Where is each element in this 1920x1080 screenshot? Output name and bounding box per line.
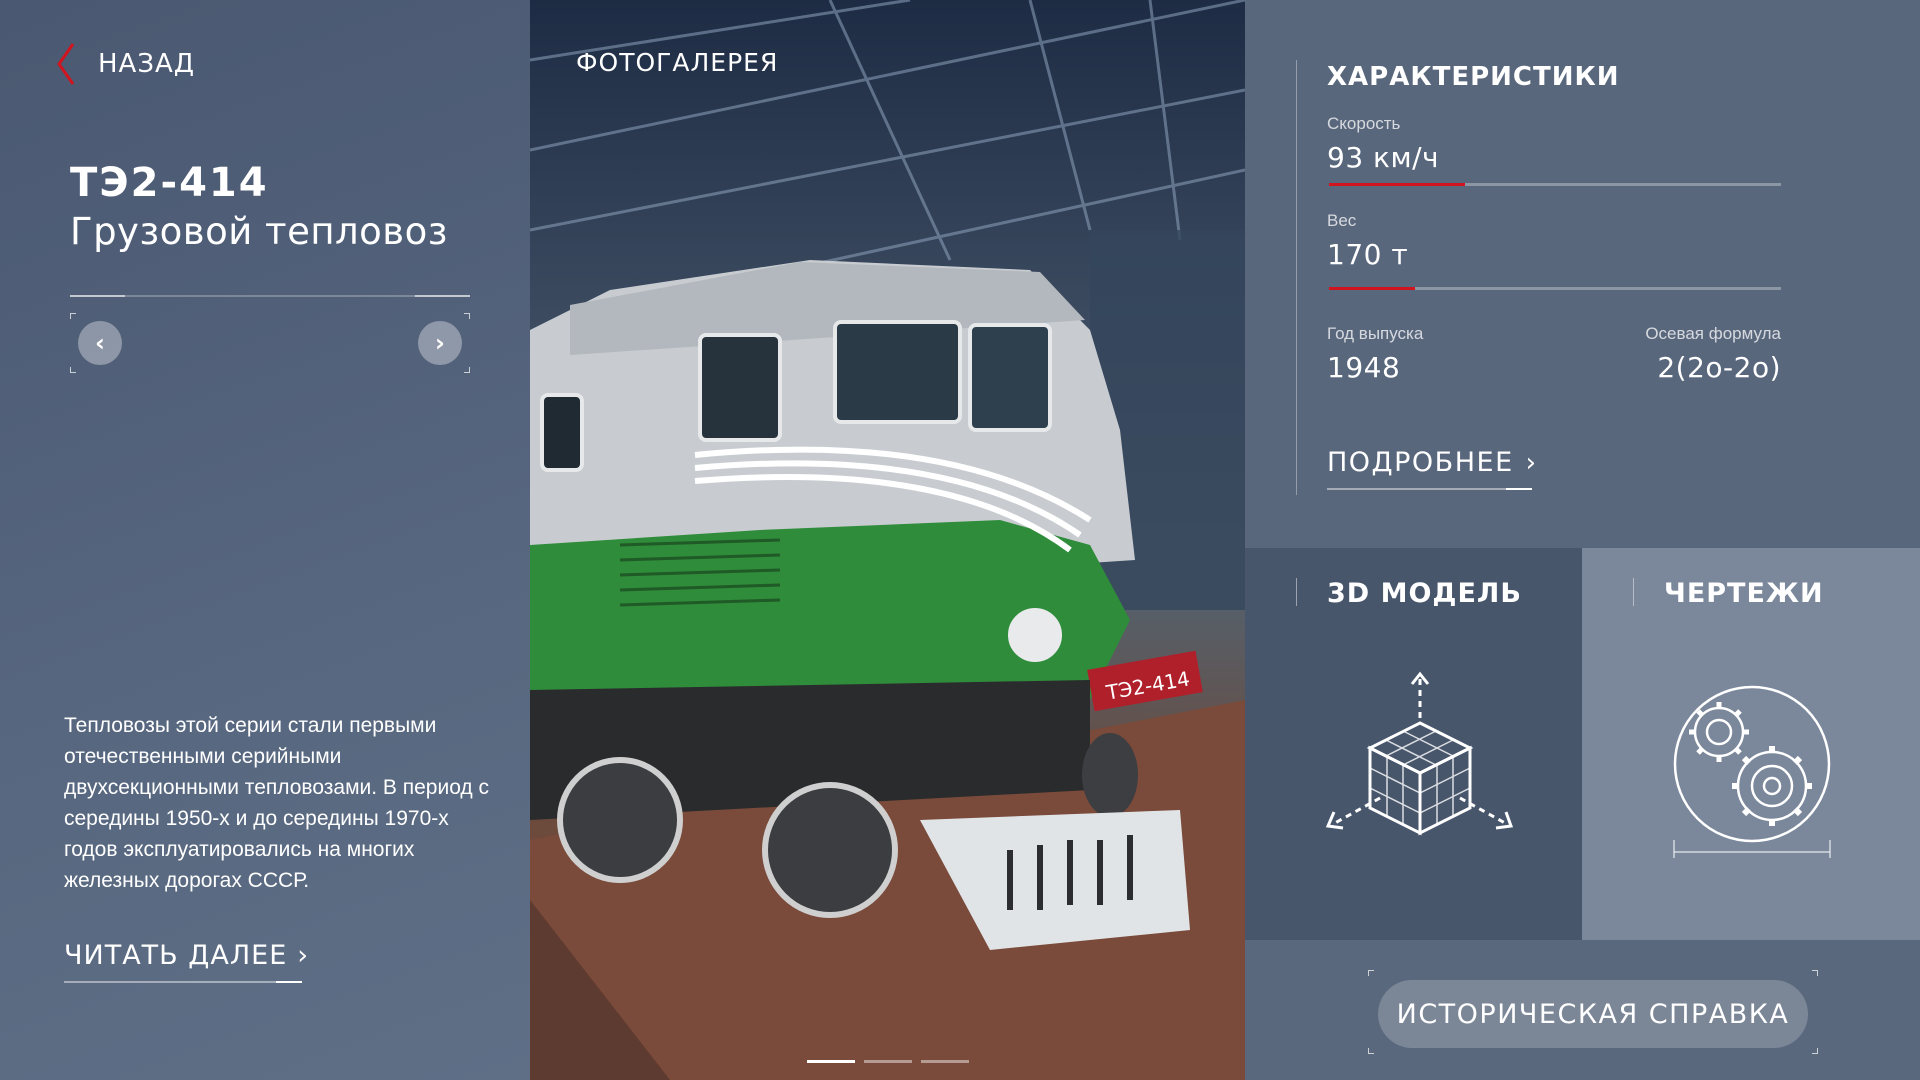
speed-value: 93 км/ч xyxy=(1327,141,1440,174)
characteristics-title: ХАРАКТЕРИСТИКИ xyxy=(1327,62,1620,92)
chevron-right-icon: › xyxy=(1525,448,1537,478)
next-button[interactable]: › xyxy=(418,321,462,365)
more-details-link[interactable]: ПОДРОБНЕЕ › xyxy=(1327,447,1536,490)
read-more-label: ЧИТАТЬ ДАЛЕЕ xyxy=(64,940,288,971)
drawings-tile[interactable]: ЧЕРТЕЖИ xyxy=(1582,548,1920,940)
historical-reference-button[interactable]: ИСТОРИЧЕСКАЯ СПРАВКА xyxy=(1378,980,1808,1048)
gallery-title: ФОТОГАЛЕРЕЯ xyxy=(576,48,779,77)
gallery-dot[interactable] xyxy=(921,1060,969,1063)
previous-button[interactable]: ‹ xyxy=(78,321,122,365)
3d-model-tile[interactable]: 3D МОДЕЛЬ xyxy=(1245,548,1582,940)
weight-bar-fill xyxy=(1329,287,1415,290)
more-details-label: ПОДРОБНЕЕ xyxy=(1327,447,1514,478)
characteristics-panel: ХАРАКТЕРИСТИКИ Скорость 93 км/ч Вес 170 … xyxy=(1245,0,1920,548)
weight-bar xyxy=(1329,287,1781,290)
gallery-dot[interactable] xyxy=(807,1060,855,1063)
thumbnail-navigator: ‹ › xyxy=(70,313,470,373)
cube-axes-icon xyxy=(1325,671,1514,836)
chevron-right-icon: › xyxy=(435,329,445,357)
description-text: Тепловозы этой серии стали первыми отече… xyxy=(64,714,490,892)
info-panel: НАЗАД ТЭ2-414 Грузовой тепловоз ‹ › Тепл… xyxy=(0,0,530,1080)
page-title: ТЭ2-414 xyxy=(70,160,269,206)
read-more-link[interactable]: ЧИТАТЬ ДАЛЕЕ › xyxy=(64,940,308,983)
axle-formula-label: Осевая формула xyxy=(1645,324,1781,343)
gallery-dot[interactable] xyxy=(864,1060,912,1063)
history-area: ИСТОРИЧЕСКАЯ СПРАВКА xyxy=(1245,940,1920,1080)
gallery-pagination xyxy=(807,1060,969,1063)
speed-bar-fill xyxy=(1329,183,1465,186)
chevron-left-icon: ‹ xyxy=(95,329,105,357)
speed-bar xyxy=(1329,183,1781,186)
back-button[interactable]: НАЗАД xyxy=(56,42,195,86)
thumbnail-progress xyxy=(70,295,470,297)
axle-formula-value: 2(2о-2о) xyxy=(1657,351,1781,384)
year-label: Год выпуска xyxy=(1327,324,1424,343)
title-block: ТЭ2-414 Грузовой тепловоз xyxy=(70,160,448,253)
speed-label: Скорость xyxy=(1327,114,1401,133)
year-value: 1948 xyxy=(1327,351,1401,384)
history-frame: ИСТОРИЧЕСКАЯ СПРАВКА xyxy=(1368,970,1818,1054)
drawings-title: ЧЕРТЕЖИ xyxy=(1664,578,1824,609)
chevron-right-icon: › xyxy=(297,940,309,971)
weight-value: 170 т xyxy=(1327,238,1409,271)
3d-model-title: 3D МОДЕЛЬ xyxy=(1327,578,1522,609)
weight-label: Вес xyxy=(1327,211,1357,230)
locomotive-photo: ТЭ2-414 xyxy=(530,0,1245,1080)
chevron-left-icon xyxy=(57,43,75,85)
back-label: НАЗАД xyxy=(98,49,196,79)
gears-icon xyxy=(1673,685,1831,858)
page-subtitle: Грузовой тепловоз xyxy=(70,210,448,253)
photo-gallery[interactable]: ФОТОГАЛЕРЕЯ ТЭ2-414 xyxy=(530,0,1245,1080)
